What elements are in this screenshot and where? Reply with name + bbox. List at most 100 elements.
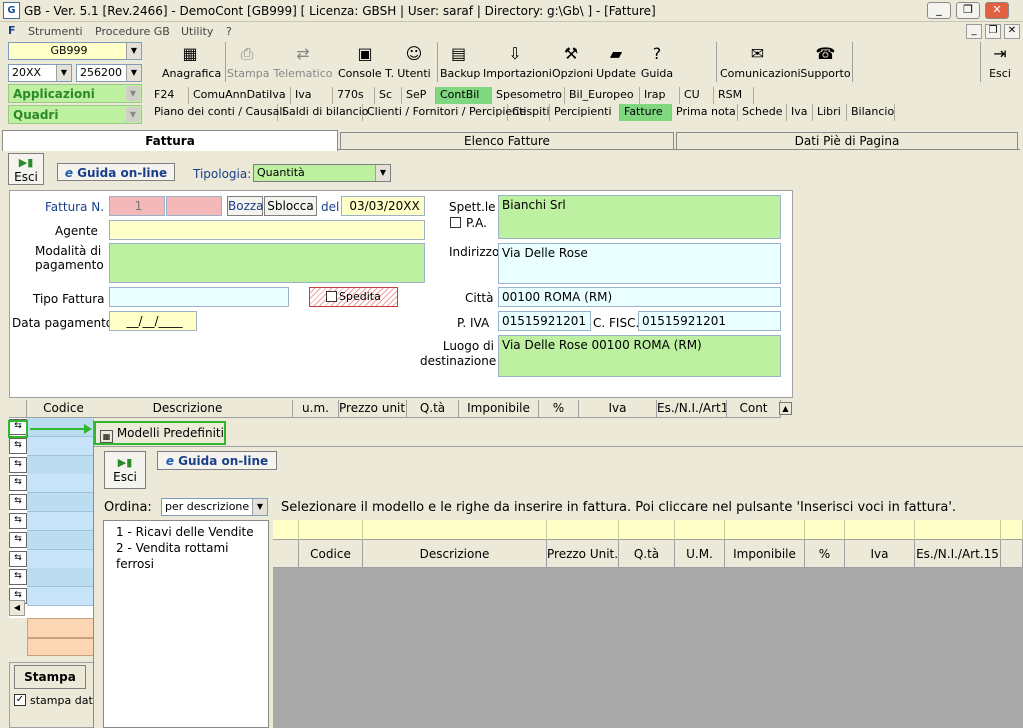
agente-input[interactable]	[109, 220, 425, 240]
date-input[interactable]: 03/03/20XX	[341, 196, 425, 216]
table-row[interactable]	[27, 549, 94, 569]
models-icon[interactable]: ⇆	[9, 456, 27, 473]
tab-prima-nota[interactable]: Prima nota	[672, 104, 738, 121]
sblocca-button[interactable]: Sblocca	[264, 196, 317, 216]
tab-rsm[interactable]: RSM	[714, 87, 754, 104]
table-row[interactable]	[27, 587, 94, 607]
filter-cell[interactable]	[845, 520, 915, 540]
list-item[interactable]: 1 - Ricavi delle Vendite	[104, 521, 268, 540]
tab-f24[interactable]: F24	[150, 87, 189, 104]
table-row[interactable]	[27, 512, 94, 531]
tab-770s[interactable]: 770s	[333, 87, 375, 104]
toolbar-esci-button[interactable]: ⇥ Esci	[985, 42, 1015, 82]
applicazioni-select[interactable]: Applicazioni ▼	[8, 84, 142, 103]
table-row[interactable]	[27, 530, 94, 550]
tab-contbil[interactable]: ContBil	[436, 87, 492, 104]
tab-piano-dei-conti-causali[interactable]: Piano dei conti / Causali	[150, 104, 285, 121]
filter-cell[interactable]	[363, 520, 547, 540]
toolbar-stampa-button[interactable]: ⎙ Stampa	[227, 42, 269, 82]
esci-button[interactable]: ▶▮ Esci	[8, 153, 44, 185]
tab-comuanndatiiva[interactable]: ComuAnnDatiIva	[189, 87, 291, 104]
tab-cespiti[interactable]: Cespiti	[508, 104, 550, 121]
child-close-icon[interactable]: ✕	[1004, 24, 1020, 39]
filter-cell[interactable]	[547, 520, 619, 540]
filter-cell[interactable]	[805, 520, 845, 540]
toolbar-guida-button[interactable]: ? Guida	[640, 42, 674, 82]
toolbar-comunicazioni-button[interactable]: ✉ Comunicazioni	[720, 42, 801, 82]
models-icon[interactable]: ⇆	[9, 494, 27, 511]
tab-sc[interactable]: Sc	[375, 87, 402, 104]
tab-cu[interactable]: CU	[680, 87, 714, 104]
toolbar-supporto-button[interactable]: ☎ Supporto	[798, 42, 853, 82]
tab-fatture[interactable]: Fatture	[620, 104, 672, 121]
menu-help[interactable]: ?	[226, 25, 232, 38]
toolbar-anagrafica-button[interactable]: ▦ Anagrafica	[162, 42, 221, 82]
tab-iva[interactable]: Iva	[291, 87, 333, 104]
filter-cell[interactable]	[273, 520, 299, 540]
tab-fattura[interactable]: Fattura	[2, 130, 338, 151]
tab-bil_europeo[interactable]: Bil_Europeo	[565, 87, 640, 104]
cfisc-input[interactable]: 01515921201	[638, 311, 781, 331]
models-icon[interactable]: ⇆	[9, 513, 27, 529]
company-select[interactable]: GB999 ▼	[8, 42, 142, 60]
tab-iva[interactable]: Iva	[787, 104, 813, 121]
piva-input[interactable]: 01515921201	[498, 311, 591, 331]
models-icon[interactable]: ⇆	[9, 437, 27, 454]
child-minimize-icon[interactable]: _	[966, 24, 982, 39]
child-restore-icon[interactable]: ❐	[985, 24, 1001, 39]
table-row[interactable]	[27, 493, 94, 513]
tab-bilancio[interactable]: Bilancio	[847, 104, 895, 121]
tab-saldi-di-bilancio[interactable]: Saldi di bilancio	[278, 104, 369, 121]
filter-cell[interactable]	[675, 520, 725, 540]
tab-libri[interactable]: Libri	[813, 104, 847, 121]
table-row[interactable]	[27, 474, 94, 494]
filter-cell[interactable]	[915, 520, 1001, 540]
tab-elenco-fatture[interactable]: Elenco Fatture	[340, 132, 674, 150]
scroll-up-icon[interactable]: ▲	[779, 402, 792, 415]
toolbar-backup-button[interactable]: ▤ Backup	[440, 42, 480, 82]
list-item[interactable]: 2 - Vendita rottami ferrosi	[104, 540, 268, 572]
tab-clienti-fornitori-percipienti[interactable]: Clienti / Fornitori / Percipienti	[363, 104, 526, 121]
toolbar-console-button[interactable]: ▣ Console T.	[338, 42, 394, 82]
luogo-input[interactable]: Via Delle Rose 00100 ROMA (RM)	[498, 335, 781, 377]
tab-sep[interactable]: SeP	[402, 87, 436, 104]
guida-online-button[interactable]: e Guida on-line	[57, 163, 175, 181]
fattura-suffix-input[interactable]	[166, 196, 222, 216]
filter-cell[interactable]	[619, 520, 675, 540]
toolbar-update-button[interactable]: ▰ Update	[596, 42, 636, 82]
pa-checkbox[interactable]	[450, 217, 461, 228]
quadri-select[interactable]: Quadri ▼	[8, 105, 142, 124]
filter-cell[interactable]	[1001, 520, 1023, 540]
toolbar-opzioni-button[interactable]: ⚒ Opzioni	[552, 42, 593, 82]
filter-cell[interactable]	[299, 520, 363, 540]
toolbar-utenti-button[interactable]: ☺ Utenti	[397, 42, 431, 82]
indirizzo-input[interactable]: Via Delle Rose	[498, 243, 781, 284]
models-icon[interactable]: ⇆	[9, 475, 27, 492]
modalita-input[interactable]	[109, 243, 425, 283]
models-icon[interactable]: ⇆	[9, 550, 27, 567]
dialog-esci-button[interactable]: ▶▮ Esci	[104, 451, 146, 489]
citta-input[interactable]: 00100 ROMA (RM)	[498, 287, 781, 307]
spedita-checkbox[interactable]: Spedita	[309, 287, 398, 307]
toolbar-telematico-button[interactable]: ⇄ Telematico	[273, 42, 333, 82]
stampa-button[interactable]: Stampa	[14, 665, 86, 689]
tab-schede[interactable]: Schede	[738, 104, 787, 121]
stampa-dati-checkbox[interactable]: ✓	[14, 694, 26, 706]
ordina-select[interactable]: per descrizione ▼	[161, 498, 268, 516]
table-row[interactable]	[27, 455, 94, 475]
scroll-left-icon[interactable]: ◀	[9, 600, 25, 616]
tipologia-select[interactable]: Quantità ▼	[253, 164, 391, 182]
menu-utility[interactable]: Utility	[181, 25, 213, 38]
table-row[interactable]	[27, 568, 94, 588]
tipo-fattura-input[interactable]	[109, 287, 289, 307]
tab-dati-pie-pagina[interactable]: Dati Piè di Pagina	[676, 132, 1018, 150]
tab-irap[interactable]: Irap	[640, 87, 680, 104]
models-icon[interactable]: ⇆	[9, 531, 27, 548]
account-select[interactable]: 256200 - ▼	[76, 64, 142, 82]
bozza-button[interactable]: Bozza	[227, 196, 264, 216]
menu-strumenti[interactable]: Strumenti	[28, 25, 83, 38]
spett-input[interactable]: Bianchi Srl	[498, 195, 781, 239]
tab-spesometro[interactable]: Spesometro	[492, 87, 565, 104]
fattura-number-input[interactable]: 1	[109, 196, 165, 216]
year-select[interactable]: 20XX ▼	[8, 64, 72, 82]
